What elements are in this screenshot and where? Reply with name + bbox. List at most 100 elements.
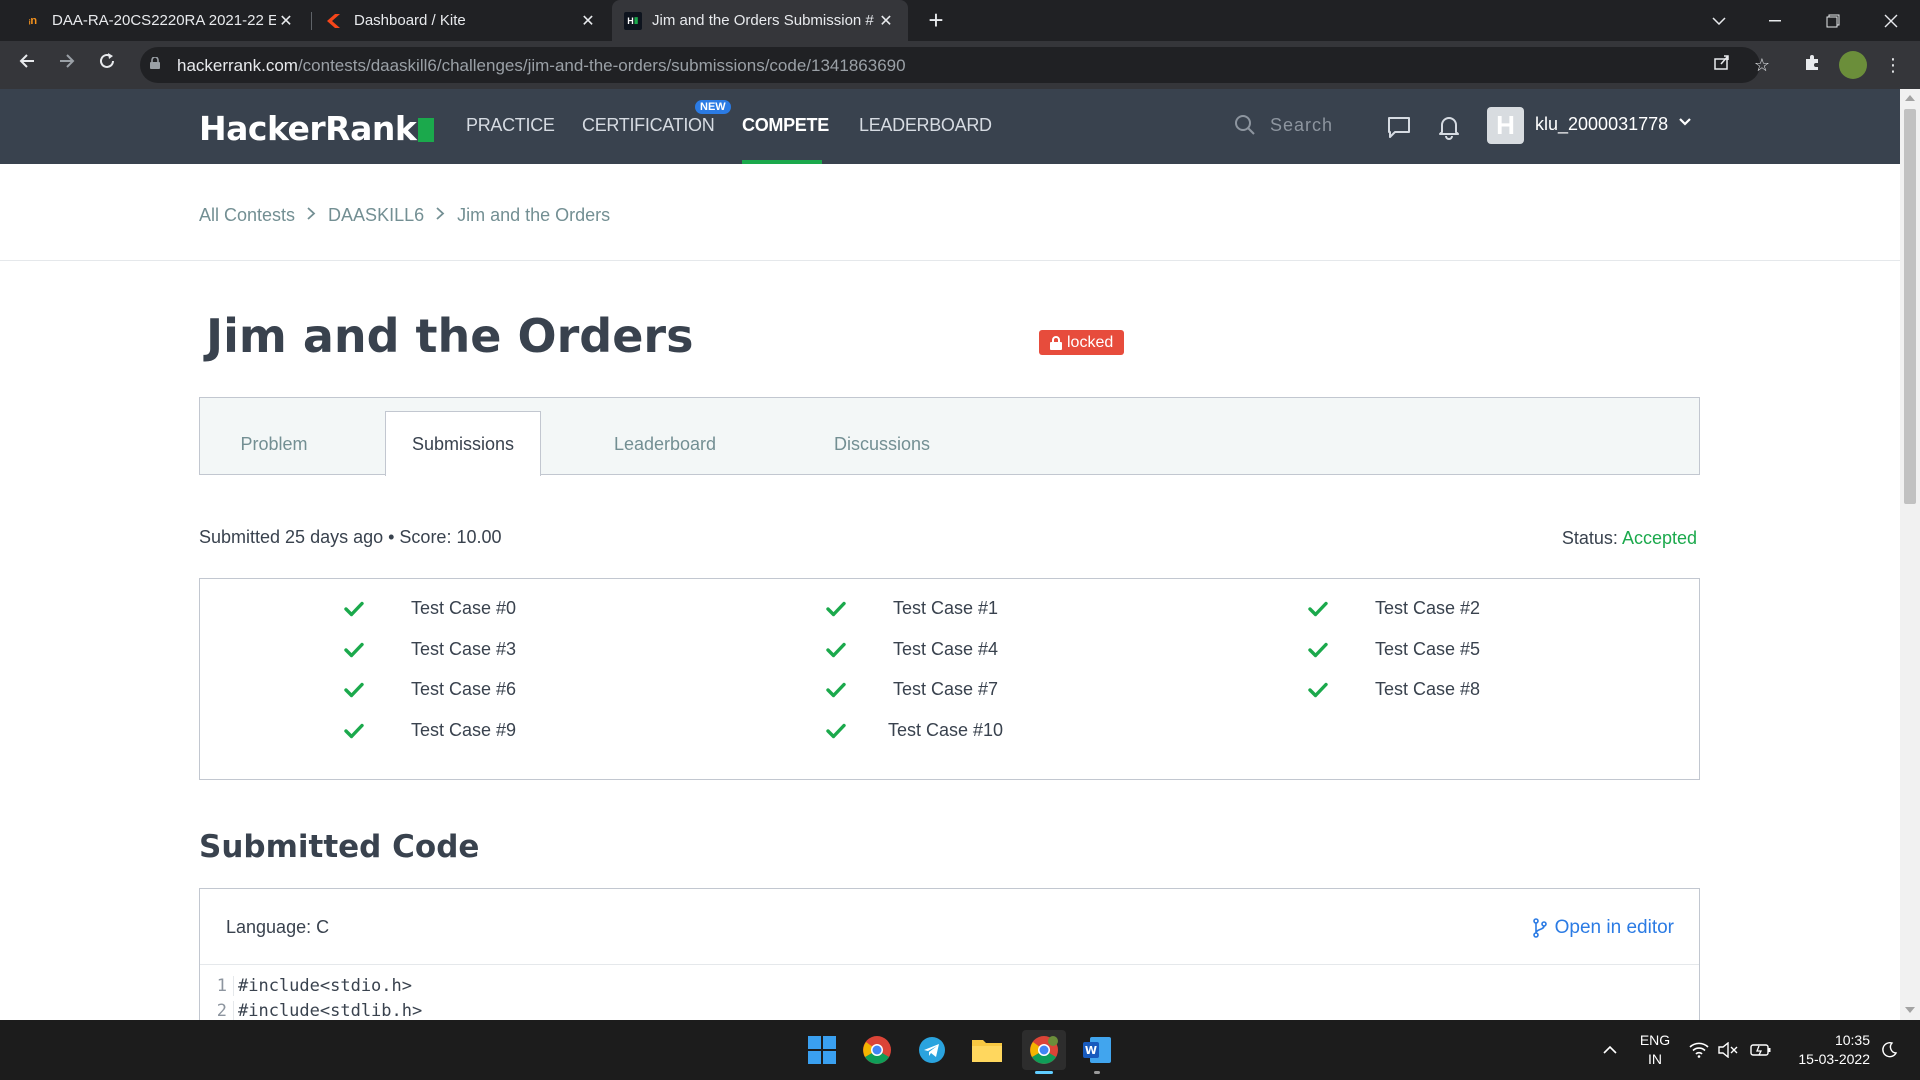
extensions-icon[interactable] [1800,53,1824,77]
chrome-profile-app-icon[interactable] [1022,1030,1066,1070]
code-panel-header: Language: C Open in editor [200,889,1699,965]
battery-icon[interactable] [1750,1020,1772,1080]
chevron-right-icon [307,206,316,225]
restore-icon[interactable] [1810,0,1856,41]
close-window-icon[interactable] [1868,0,1914,41]
tab-separator [311,12,312,30]
logo-green-square [418,118,435,142]
check-icon [826,601,846,616]
test-case-item[interactable]: Test Case #3 [344,639,516,660]
nav-leaderboard[interactable]: LEADERBOARD [859,115,992,136]
test-cases-panel: Test Case #0 Test Case #1 Test Case #2 Test… [199,578,1700,780]
check-icon [344,642,364,657]
test-case-label: Test Case #0 [411,598,517,618]
check-icon [344,682,364,697]
nav-compete[interactable]: COMPETE [742,115,829,136]
tab-submissions[interactable]: Submissions [385,411,541,476]
close-tab-icon[interactable]: ✕ [578,11,598,31]
nav-practice[interactable]: PRACTICE [466,115,555,136]
chevron-right-icon [436,206,445,225]
breadcrumb-challenge[interactable]: Jim and the Orders [457,205,610,226]
test-case-item[interactable]: Test Case #2 [1308,598,1480,619]
test-case-item[interactable]: Test Case #10 [826,720,1003,741]
new-tab-button[interactable]: + [922,6,950,34]
test-case-item[interactable]: Test Case #5 [1308,639,1480,660]
tab-search-icon[interactable] [1696,0,1742,41]
test-case-item[interactable]: Test Case #4 [826,639,998,660]
user-avatar[interactable]: H [1487,107,1524,144]
check-icon [1308,682,1328,697]
start-windows-icon[interactable] [802,1030,842,1070]
back-icon[interactable] [13,51,41,79]
divider [0,260,1900,261]
language-indicator[interactable]: ENG IN [1637,1020,1673,1080]
url-text[interactable]: hackerrank.com/contests/daaskill6/challe… [177,56,906,76]
close-tab-icon[interactable]: ✕ [876,11,896,31]
search-box[interactable]: Search [1234,114,1333,136]
branch-icon [1532,918,1547,938]
scroll-down-arrow[interactable] [1905,1007,1915,1013]
code-editor[interactable]: 1 #include<stdio.h> 2 #include<stdlib.h> [200,973,422,1020]
active-nav-indicator [742,160,822,164]
submission-status: Status: Accepted [1562,528,1697,549]
focus-moon-icon[interactable] [1880,1020,1898,1080]
language-label: Language: C [226,917,330,937]
tab-title: Jim and the Orders Submission # [652,12,874,29]
test-case-item[interactable]: Test Case #0 [344,598,516,619]
notifications-bell-icon[interactable] [1436,114,1462,140]
open-in-editor-link[interactable]: Open in editor [1532,917,1674,939]
page-scrollbar[interactable] [1900,89,1920,1020]
scroll-up-arrow[interactable] [1905,95,1915,101]
browser-tab-kite[interactable]: Dashboard / Kite ✕ [314,0,610,41]
bookmark-star-icon[interactable]: ☆ [1750,53,1774,77]
browser-tab-hackerrank[interactable]: H ▮ Jim and the Orders Submission # ✕ [612,0,908,41]
code-text: #include<stdio.h> [238,975,412,996]
code-panel: Language: C Open in editor 1 #include<st… [199,888,1700,1020]
test-case-item[interactable]: Test Case #6 [344,679,516,700]
clock[interactable]: 10:35 15-03-2022 [1786,1020,1870,1080]
word-app-icon[interactable]: W [1077,1030,1117,1070]
nav-certification[interactable]: CERTIFICATION [582,115,715,136]
test-case-item[interactable]: Test Case #9 [344,720,516,741]
lock-icon[interactable] [150,57,160,69]
test-case-label: Test Case #4 [893,639,999,659]
file-explorer-icon[interactable] [967,1030,1007,1070]
wifi-icon[interactable] [1689,1020,1709,1080]
hackerrank-header: HackerRank PRACTICE CERTIFICATION NEW CO… [0,89,1900,164]
browser-menu-icon[interactable]: ⋮ [1881,53,1905,77]
tab-discussions[interactable]: Discussions [785,412,979,476]
breadcrumb: All Contests DAASKILL6 Jim and the Order… [199,205,610,226]
volume-muted-icon[interactable] [1717,1020,1739,1080]
url-bar[interactable]: hackerrank.com/contests/daaskill6/challe… [140,47,1760,83]
messages-icon[interactable] [1386,114,1412,140]
test-case-item[interactable]: Test Case #8 [1308,679,1480,700]
breadcrumb-all-contests[interactable]: All Contests [199,205,295,226]
telegram-app-icon[interactable] [912,1030,952,1070]
scrollbar-thumb[interactable] [1904,109,1916,504]
browser-tab-daa[interactable]: ᵢn DAA-RA-20CS2220RA 2021-22 E ✕ [12,0,308,41]
test-case-item[interactable]: Test Case #1 [826,598,998,619]
forward-icon[interactable] [53,51,81,79]
line-number: 1 [200,975,234,996]
username-label[interactable]: klu_2000031778 [1535,114,1668,135]
close-tab-icon[interactable]: ✕ [276,11,296,31]
reload-icon[interactable] [93,51,121,79]
tab-leaderboard[interactable]: Leaderboard [568,412,762,476]
share-icon[interactable] [1710,53,1734,77]
show-hidden-icons-chevron[interactable] [1602,1020,1618,1080]
open-app-indicator [1094,1071,1100,1074]
test-case-label: Test Case #10 [888,720,1004,740]
test-case-item[interactable]: Test Case #7 [826,679,998,700]
clock-date: 15-03-2022 [1798,1051,1870,1067]
breadcrumb-contest[interactable]: DAASKILL6 [328,205,424,226]
tab-problem[interactable]: Problem [200,412,348,476]
chevron-down-icon[interactable] [1678,115,1692,129]
chrome-app-icon[interactable] [857,1030,897,1070]
tab-title: Dashboard / Kite [354,12,466,29]
tab-favicon-icon: ᵢn [28,14,38,27]
profile-avatar[interactable] [1839,51,1867,79]
search-icon [1235,115,1255,135]
hackerrank-logo[interactable]: HackerRank [199,109,435,148]
address-bar: hackerrank.com/contests/daaskill6/challe… [0,41,1920,89]
minimize-icon[interactable] [1752,0,1798,41]
